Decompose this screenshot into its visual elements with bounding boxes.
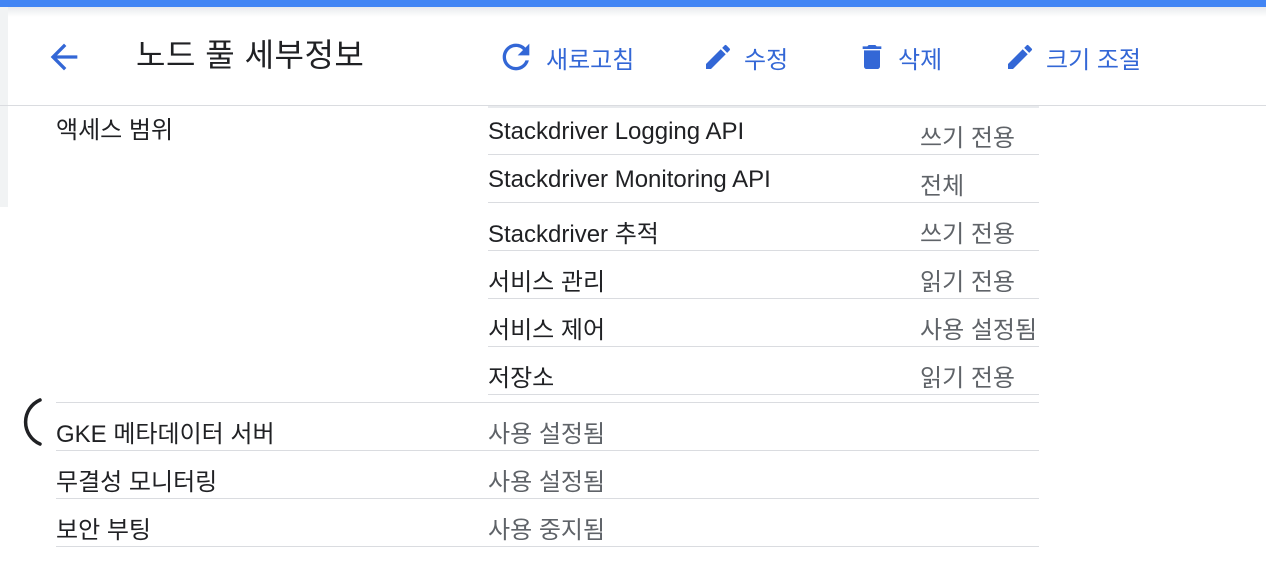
- row-divider: [56, 546, 1039, 547]
- scope-value: 읽기 전용: [920, 365, 1015, 392]
- row-divider: [488, 250, 1039, 251]
- scope-name: 저장소: [488, 365, 555, 392]
- row-divider: [488, 298, 1039, 299]
- pencil-icon: [706, 44, 731, 69]
- property-value: 사용 중지됨: [488, 517, 606, 544]
- delete-label: 삭제: [898, 46, 943, 74]
- back-button[interactable]: [44, 37, 84, 77]
- row-divider: [56, 498, 1039, 499]
- property-label: 보안 부팅: [56, 517, 151, 544]
- top-accent-bar: [0, 0, 1266, 7]
- edit-button[interactable]: 수정: [702, 37, 788, 77]
- resize-button[interactable]: 크기 조절: [1004, 37, 1141, 77]
- pencil-icon: [1008, 44, 1033, 69]
- header-shadow: [0, 7, 1266, 17]
- refresh-label: 새로고침: [546, 46, 635, 74]
- page-header: 노드 풀 세부정보 새로고침 수정 삭제 크기 조절: [0, 17, 1266, 106]
- scope-name: Stackdriver Logging API: [488, 118, 745, 145]
- row-divider: [488, 154, 1039, 155]
- refresh-icon: [502, 43, 530, 71]
- property-label: GKE 메타데이터 서버: [56, 421, 275, 448]
- scope-value: 쓰기 전용: [920, 221, 1015, 248]
- scope-value: 전체: [920, 173, 965, 200]
- row-divider: [488, 202, 1039, 203]
- row-divider: [488, 346, 1039, 347]
- property-label: 무결성 모니터링: [56, 469, 218, 496]
- edit-label: 수정: [744, 46, 789, 74]
- scope-name: 서비스 관리: [488, 269, 606, 296]
- scope-value: 쓰기 전용: [920, 125, 1015, 152]
- page-title: 노드 풀 세부정보: [136, 37, 365, 73]
- scope-value: 읽기 전용: [920, 269, 1015, 296]
- scope-name: Stackdriver Monitoring API: [488, 166, 771, 193]
- refresh-button[interactable]: 새로고침: [496, 37, 634, 77]
- scope-value: 사용 설정됨: [920, 317, 1038, 344]
- arrow-back-icon: [50, 43, 78, 71]
- row-divider: [56, 450, 1039, 451]
- loading-spinner-icon: [23, 398, 42, 446]
- row-divider: [488, 394, 1039, 395]
- access-scopes-label: 액세스 범위: [56, 117, 174, 144]
- scope-name: Stackdriver 추적: [488, 221, 659, 248]
- property-value: 사용 설정됨: [488, 469, 606, 496]
- resize-label: 크기 조절: [1046, 46, 1141, 74]
- scope-name: 서비스 제어: [488, 317, 606, 344]
- delete-button[interactable]: 삭제: [856, 37, 942, 77]
- section-divider: [56, 402, 1039, 403]
- scopes-top-divider: [488, 106, 1039, 108]
- trash-icon: [862, 45, 882, 69]
- property-value: 사용 설정됨: [488, 421, 606, 448]
